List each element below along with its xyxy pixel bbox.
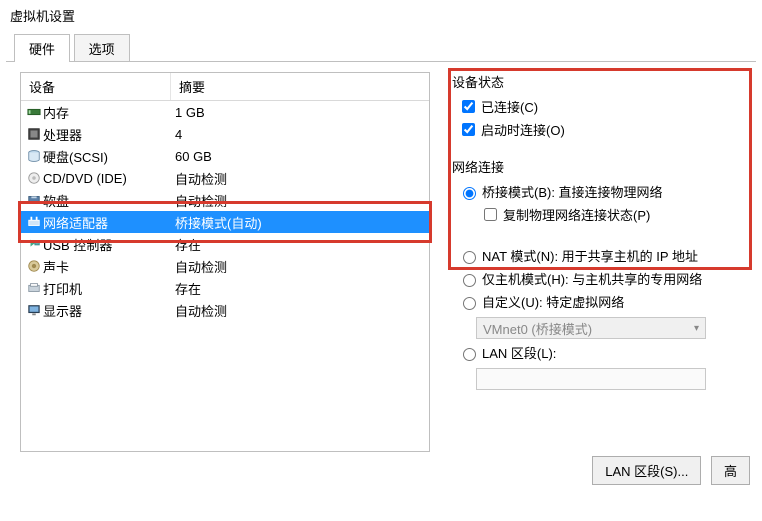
tab-hardware[interactable]: 硬件 — [14, 34, 70, 62]
device-icon — [21, 237, 41, 251]
connected-checkbox-input[interactable] — [462, 100, 475, 113]
device-row[interactable]: 网络适配器桥接模式(自动) — [21, 211, 429, 233]
device-name: 硬盘(SCSI) — [41, 147, 171, 166]
device-row[interactable]: USB 控制器存在 — [21, 233, 429, 255]
device-summary: 1 GB — [171, 105, 429, 120]
table-header: 设备 摘要 — [21, 73, 429, 101]
connect-at-poweron-checkbox-input[interactable] — [462, 123, 475, 136]
device-row[interactable]: 内存1 GB — [21, 101, 429, 123]
chevron-down-icon: ▾ — [694, 323, 699, 334]
device-icon — [21, 259, 41, 273]
lan-segment-radio[interactable]: LAN 区段(L): — [458, 343, 752, 362]
device-summary: 自动检测 — [171, 169, 429, 188]
device-name: 网络适配器 — [41, 213, 171, 232]
device-row[interactable]: 硬盘(SCSI)60 GB — [21, 145, 429, 167]
lan-segments-button[interactable]: LAN 区段(S)... — [592, 456, 701, 485]
device-row[interactable]: 显示器自动检测 — [21, 299, 429, 321]
hostonly-radio[interactable]: 仅主机模式(H): 与主机共享的专用网络 — [458, 269, 752, 288]
custom-network-combo[interactable]: VMnet0 (桥接模式) ▾ — [476, 317, 706, 339]
connect-at-poweron-label: 启动时连接(O) — [481, 120, 565, 139]
device-name: CD/DVD (IDE) — [41, 171, 171, 186]
device-name: 处理器 — [41, 125, 171, 144]
replicate-checkbox[interactable]: 复制物理网络连接状态(P) — [480, 205, 752, 224]
header-summary[interactable]: 摘要 — [171, 73, 429, 100]
header-device[interactable]: 设备 — [21, 73, 171, 100]
nat-radio-label: NAT 模式(N): 用于共享主机的 IP 地址 — [482, 246, 698, 265]
nat-radio[interactable]: NAT 模式(N): 用于共享主机的 IP 地址 — [458, 246, 752, 265]
window-title: 虚拟机设置 — [0, 0, 762, 29]
device-name: 内存 — [41, 103, 171, 122]
device-row[interactable]: 打印机存在 — [21, 277, 429, 299]
custom-network-value: VMnet0 (桥接模式) — [483, 319, 592, 338]
device-row[interactable]: 声卡自动检测 — [21, 255, 429, 277]
replicate-checkbox-input[interactable] — [484, 208, 497, 221]
device-summary: 4 — [171, 127, 429, 142]
nat-radio-input[interactable] — [463, 251, 476, 264]
connected-checkbox[interactable]: 已连接(C) — [458, 97, 752, 116]
bridged-radio[interactable]: 桥接模式(B): 直接连接物理网络 — [458, 182, 752, 201]
custom-radio-label: 自定义(U): 特定虚拟网络 — [482, 292, 624, 311]
device-icon — [21, 303, 41, 317]
lan-segment-radio-label: LAN 区段(L): — [482, 343, 556, 362]
device-icon — [21, 171, 41, 185]
device-summary: 桥接模式(自动) — [171, 213, 429, 232]
device-summary: 自动检测 — [171, 257, 429, 276]
device-icon — [21, 215, 41, 229]
device-list: 内存1 GB处理器4硬盘(SCSI)60 GBCD/DVD (IDE)自动检测软… — [21, 101, 429, 321]
network-connection-label: 网络连接 — [452, 157, 752, 176]
lan-segment-combo[interactable] — [476, 368, 706, 390]
device-summary: 自动检测 — [171, 191, 429, 210]
bridged-radio-label: 桥接模式(B): 直接连接物理网络 — [482, 182, 663, 201]
device-icon — [21, 281, 41, 295]
custom-radio[interactable]: 自定义(U): 特定虚拟网络 — [458, 292, 752, 311]
connect-at-poweron-checkbox[interactable]: 启动时连接(O) — [458, 120, 752, 139]
hostonly-radio-label: 仅主机模式(H): 与主机共享的专用网络 — [482, 269, 702, 288]
device-name: 打印机 — [41, 279, 171, 298]
device-summary: 自动检测 — [171, 301, 429, 320]
device-summary: 60 GB — [171, 149, 429, 164]
replicate-checkbox-label: 复制物理网络连接状态(P) — [503, 205, 650, 224]
settings-panel: 设备状态 已连接(C) 启动时连接(O) 网络连接 桥接模式(B): 直接连接物… — [452, 72, 752, 390]
bridged-radio-input[interactable] — [463, 187, 476, 200]
device-summary: 存在 — [171, 279, 429, 298]
device-row[interactable]: 软盘自动检测 — [21, 189, 429, 211]
device-name: USB 控制器 — [41, 235, 171, 254]
advanced-button[interactable]: 高 — [711, 456, 750, 485]
device-name: 软盘 — [41, 191, 171, 210]
device-icon — [21, 193, 41, 207]
custom-radio-input[interactable] — [463, 297, 476, 310]
connected-checkbox-label: 已连接(C) — [481, 97, 538, 116]
device-status-label: 设备状态 — [452, 72, 752, 91]
device-summary: 存在 — [171, 235, 429, 254]
device-icon — [21, 149, 41, 163]
hostonly-radio-input[interactable] — [463, 274, 476, 287]
device-table: 设备 摘要 内存1 GB处理器4硬盘(SCSI)60 GBCD/DVD (IDE… — [20, 72, 430, 452]
footer-buttons: LAN 区段(S)... 高 — [586, 456, 750, 485]
device-icon — [21, 127, 41, 141]
tab-bar: 硬件 选项 — [14, 33, 762, 61]
device-name: 声卡 — [41, 257, 171, 276]
device-icon — [21, 105, 41, 119]
device-row[interactable]: 处理器4 — [21, 123, 429, 145]
lan-segment-radio-input[interactable] — [463, 348, 476, 361]
device-row[interactable]: CD/DVD (IDE)自动检测 — [21, 167, 429, 189]
device-name: 显示器 — [41, 301, 171, 320]
tab-options[interactable]: 选项 — [74, 34, 130, 62]
